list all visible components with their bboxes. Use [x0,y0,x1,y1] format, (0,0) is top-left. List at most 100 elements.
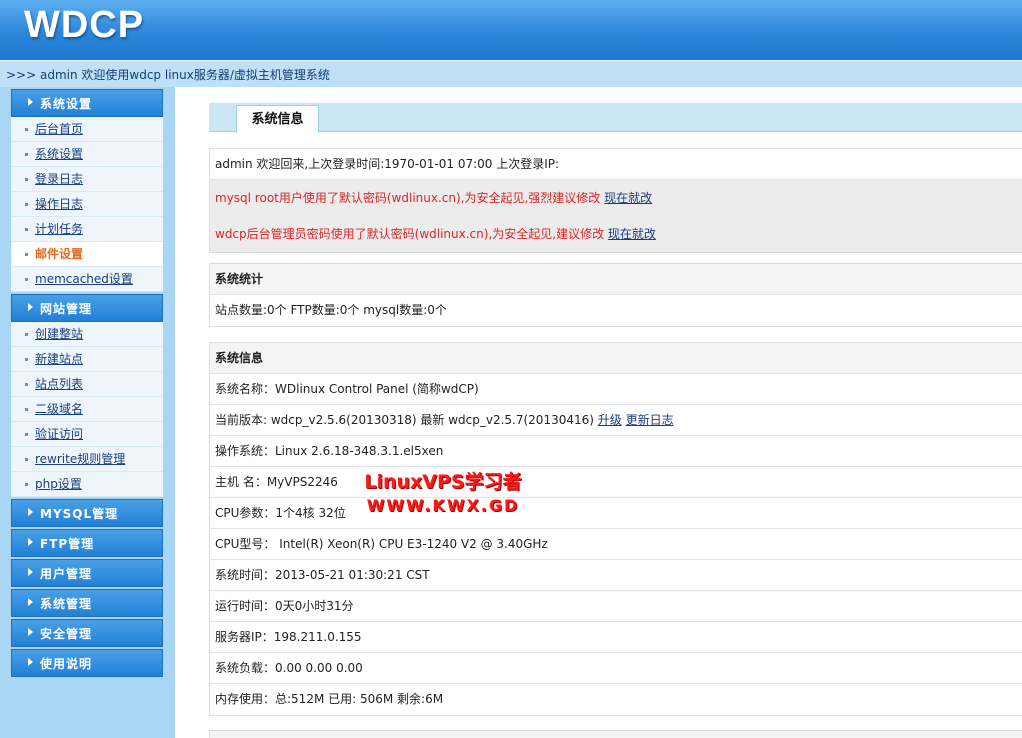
menu-head-site-management[interactable]: 网站管理 [11,294,163,322]
sidebar-link[interactable]: 后台首页 [35,122,83,136]
sysinfo-host: 主机 名：MyVPS2246 [210,467,1022,498]
sidebar-item-operation-log[interactable]: 操作日志 [11,192,163,217]
sidebar-item-login-log[interactable]: 登录日志 [11,167,163,192]
sidebar-link[interactable]: 系统设置 [35,147,83,161]
bullet-icon [25,228,28,231]
sysinfo-block: 系统信息 系统名称：WDlinux Control Panel (简称wdCP)… [209,342,1022,716]
warning-admin-password: wdcp后台管理员密码使用了默认密码(wdlinux.cn),为安全起见,建议修… [210,216,1022,252]
stats-block: 系统统计 站点数量:0个 FTP数量:0个 mysql数量:0个 [209,263,1022,327]
sidebar-link[interactable]: memcached设置 [35,272,133,286]
sidebar-link[interactable]: php设置 [35,477,82,491]
chevron-right-icon [28,98,33,106]
sysinfo-load: 系统负载：0.00 0.00 0.00 [210,653,1022,684]
wdcp-logo: WDCP [24,4,145,46]
menu-head-mysql[interactable]: MYSQL管理 [11,499,163,527]
watermark-line1: LinuxVPS学习者 [364,471,522,493]
bullet-icon [25,203,28,206]
chevron-right-icon [28,658,33,666]
watermark-line2: WWW.KWX.GD [366,496,520,515]
menu-group-system-management: 系统管理 [11,589,163,617]
change-now-link[interactable]: 现在就改 [608,227,656,241]
menu-group-site-management: 网站管理 创建整站 新建站点 站点列表 二级域名 验证访问 rewrite规则管… [11,294,163,497]
bullet-icon [25,253,28,256]
change-now-link[interactable]: 现在就改 [604,191,652,205]
menu-group-mysql: MYSQL管理 [11,499,163,527]
changelog-link[interactable]: 更新日志 [626,413,674,427]
menu-group-system-settings: 系统设置 后台首页 系统设置 登录日志 操作日志 计划任务 邮件设置 memca… [11,89,163,292]
chevron-right-icon [28,598,33,606]
watermark: LinuxVPS学习者 WWW.KWX.GD [333,473,553,514]
sidebar-link[interactable]: 登录日志 [35,172,83,186]
menu-group-help: 使用说明 [11,649,163,677]
chevron-right-icon [28,303,33,311]
bullet-icon [25,153,28,156]
sidebar-item-admin-home[interactable]: 后台首页 [11,117,163,142]
sidebar-link[interactable]: 计划任务 [35,222,83,236]
menu-head-system-management[interactable]: 系统管理 [11,589,163,617]
menu-group-users: 用户管理 [11,559,163,587]
sysinfo-version: 当前版本: wdcp_v2.5.6(20130318) 最新 wdcp_v2.5… [210,405,1022,436]
chevron-right-icon [28,508,33,516]
sysinfo-cpu-model: CPU型号： Intel(R) Xeon(R) CPU E3-1240 V2 @… [210,529,1022,560]
header-bar: WDCP [0,0,1022,60]
main-content: 系统信息 admin 欢迎回来,上次登录时间:1970-01-01 07:00 … [209,103,1022,738]
login-info-block: admin 欢迎回来,上次登录时间:1970-01-01 07:00 上次登录I… [209,148,1022,253]
sysinfo-memory: 内存使用：总:512M 已用: 506M 剩余:6M [215,692,444,706]
sidebar-item-site-list[interactable]: 站点列表 [11,372,163,397]
sidebar-link[interactable]: 验证访问 [35,427,83,441]
bullet-icon [25,458,28,461]
sidebar-item-subdomain[interactable]: 二级域名 [11,397,163,422]
sidebar-link[interactable]: rewrite规则管理 [35,452,125,466]
sysinfo-uptime: 运行时间：0天0小时31分 [210,591,1022,622]
warning-mysql-password: mysql root用户使用了默认密码(wdlinux.cn),为安全起见,强烈… [210,180,1022,216]
sidebar-item-new-site[interactable]: 新建站点 [11,347,163,372]
sidebar-item-system-settings[interactable]: 系统设置 [11,142,163,167]
login-info: admin 欢迎回来,上次登录时间:1970-01-01 07:00 上次登录I… [210,149,1022,180]
sidebar-link[interactable]: 站点列表 [35,377,83,391]
menu-head-users[interactable]: 用户管理 [11,559,163,587]
sysinfo-cpu-params: CPU参数：1个4核 32位 [210,498,1022,529]
upgrade-link[interactable]: 升级 [598,413,622,427]
tab-system-info[interactable]: 系统信息 [236,105,319,133]
sidebar-item-php-settings[interactable]: php设置 [11,472,163,497]
sysinfo-title: 系统信息 [210,343,1022,374]
sysinfo-name: 系统名称：WDlinux Control Panel (简称wdCP) [210,374,1022,405]
sidebar-item-scheduled-tasks[interactable]: 计划任务 [11,217,163,242]
next-block-edge [209,730,1022,738]
chevron-right-icon [28,568,33,576]
welcome-breadcrumb: >>> admin 欢迎使用wdcp linux服务器/虚拟主机管理系统 [0,60,1022,87]
sysinfo-time: 系统时间：2013-05-21 01:30:21 CST [210,560,1022,591]
sidebar-link[interactable]: 二级域名 [35,402,83,416]
sidebar-link[interactable]: 创建整站 [35,327,83,341]
menu-head-system-settings[interactable]: 系统设置 [11,89,163,117]
sidebar-item-mail-settings[interactable]: 邮件设置 [11,242,163,267]
chevron-right-icon [28,628,33,636]
bullet-icon [25,408,28,411]
sidebar-item-rewrite[interactable]: rewrite规则管理 [11,447,163,472]
sysinfo-os: 操作系统：Linux 2.6.18-348.3.1.el5xen [210,436,1022,467]
sidebar: 系统设置 后台首页 系统设置 登录日志 操作日志 计划任务 邮件设置 memca… [0,87,175,738]
chevron-right-icon [28,538,33,546]
bullet-icon [25,278,28,281]
bullet-icon [25,178,28,181]
sidebar-link[interactable]: 操作日志 [35,197,83,211]
menu-head-security[interactable]: 安全管理 [11,619,163,647]
sidebar-link-active[interactable]: 邮件设置 [35,247,83,261]
bullet-icon [25,433,28,436]
bullet-icon [25,383,28,386]
bullet-icon [25,128,28,131]
menu-group-security: 安全管理 [11,619,163,647]
bullet-icon [25,358,28,361]
menu-head-ftp[interactable]: FTP管理 [11,529,163,557]
sidebar-item-create-full-site[interactable]: 创建整站 [11,322,163,347]
menu-head-help[interactable]: 使用说明 [11,649,163,677]
sidebar-item-memcached[interactable]: memcached设置 [11,267,163,292]
tab-bar: 系统信息 [209,103,1022,133]
sysinfo-ip: 服务器IP：198.211.0.155 [210,622,1022,653]
menu-group-ftp: FTP管理 [11,529,163,557]
bullet-icon [25,483,28,486]
sidebar-link[interactable]: 新建站点 [35,352,83,366]
sidebar-item-auth-access[interactable]: 验证访问 [11,422,163,447]
stats-title: 系统统计 [210,264,1022,295]
stats-summary: 站点数量:0个 FTP数量:0个 mysql数量:0个 [215,303,447,317]
